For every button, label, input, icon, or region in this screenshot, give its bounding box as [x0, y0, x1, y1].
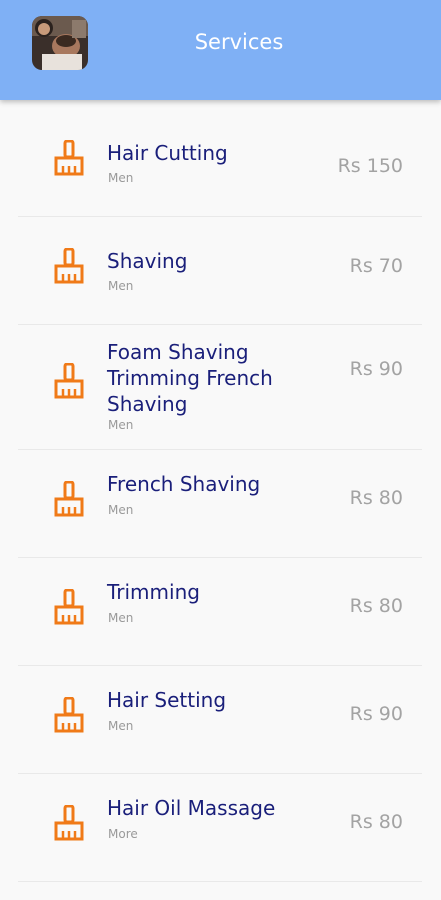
service-price: Rs 80	[349, 487, 403, 509]
comb-icon	[53, 480, 85, 517]
page-title: Services	[194, 30, 284, 54]
service-category: Men	[108, 418, 134, 432]
service-name: Trimming	[107, 580, 200, 604]
avatar[interactable]	[32, 16, 88, 70]
list-item[interactable]: Foam Shaving Trimming French Shaving Men R…	[0, 325, 441, 450]
list-item[interactable]: French Shaving Men Rs 80	[0, 450, 441, 558]
service-name: Hair Oil Massage	[107, 796, 276, 820]
service-category: Men	[108, 611, 134, 625]
list-item[interactable]: Hair Oil Massage More Rs 80	[0, 774, 441, 882]
service-name: Hair Setting	[107, 688, 227, 712]
comb-icon	[53, 804, 85, 841]
service-category: Men	[108, 171, 134, 185]
service-category: Men	[108, 279, 134, 293]
service-price: Rs 80	[349, 811, 403, 833]
service-name: Shaving	[107, 249, 188, 273]
services-list: Hair Cutting Men Rs 150 Shaving Men Rs 70 Foam…	[0, 100, 441, 882]
service-price: Rs 150	[337, 155, 403, 177]
service-price: Rs 90	[349, 358, 403, 380]
list-item[interactable]: Hair Cutting Men Rs 150	[0, 100, 441, 217]
list-item[interactable]: Shaving Men Rs 70	[0, 217, 441, 325]
service-price: Rs 90	[349, 703, 403, 725]
comb-icon	[53, 139, 85, 176]
service-price: Rs 80	[349, 595, 403, 617]
service-category: Men	[108, 719, 134, 733]
divider	[18, 881, 422, 882]
barber-photo-image	[32, 16, 88, 70]
list-item[interactable]: Hair Setting Men Rs 90	[0, 666, 441, 774]
service-name: French Shaving	[107, 472, 261, 496]
service-name: Foam Shaving Trimming French Shaving	[107, 340, 273, 416]
service-price: Rs 70	[349, 255, 403, 277]
comb-icon	[53, 588, 85, 625]
comb-icon	[53, 696, 85, 733]
comb-icon	[53, 247, 85, 284]
list-item[interactable]: Trimming Men Rs 80	[0, 558, 441, 666]
service-name: Hair Cutting	[107, 141, 228, 165]
comb-icon	[53, 362, 85, 399]
app-header: Services	[0, 0, 441, 100]
service-category: More	[108, 827, 138, 841]
service-category: Men	[108, 503, 134, 517]
